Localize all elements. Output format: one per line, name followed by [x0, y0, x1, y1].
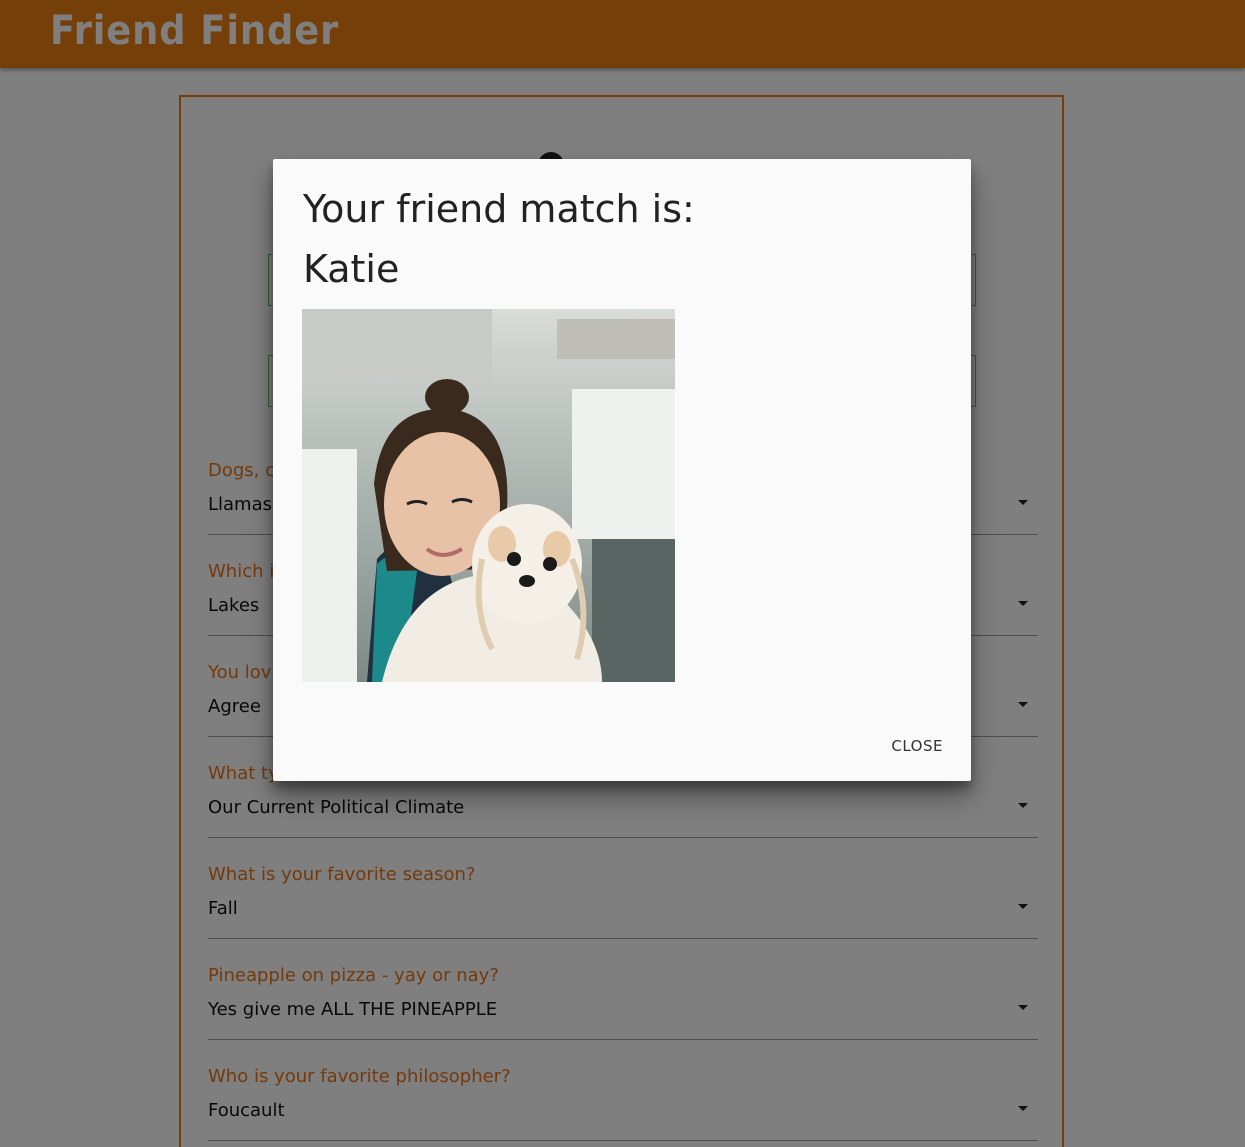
match-name: Katie [303, 247, 400, 291]
modal-title: Your friend match is: [303, 187, 695, 231]
close-button[interactable]: CLOSE [891, 733, 943, 759]
match-modal: Your friend match is: Katie CLOSE [273, 159, 971, 781]
match-photo-illustration [302, 309, 675, 682]
friend-finder-page: Friend Finder Dogs, c Llamas Which i Lak… [0, 0, 1245, 1147]
match-photo [302, 309, 675, 682]
